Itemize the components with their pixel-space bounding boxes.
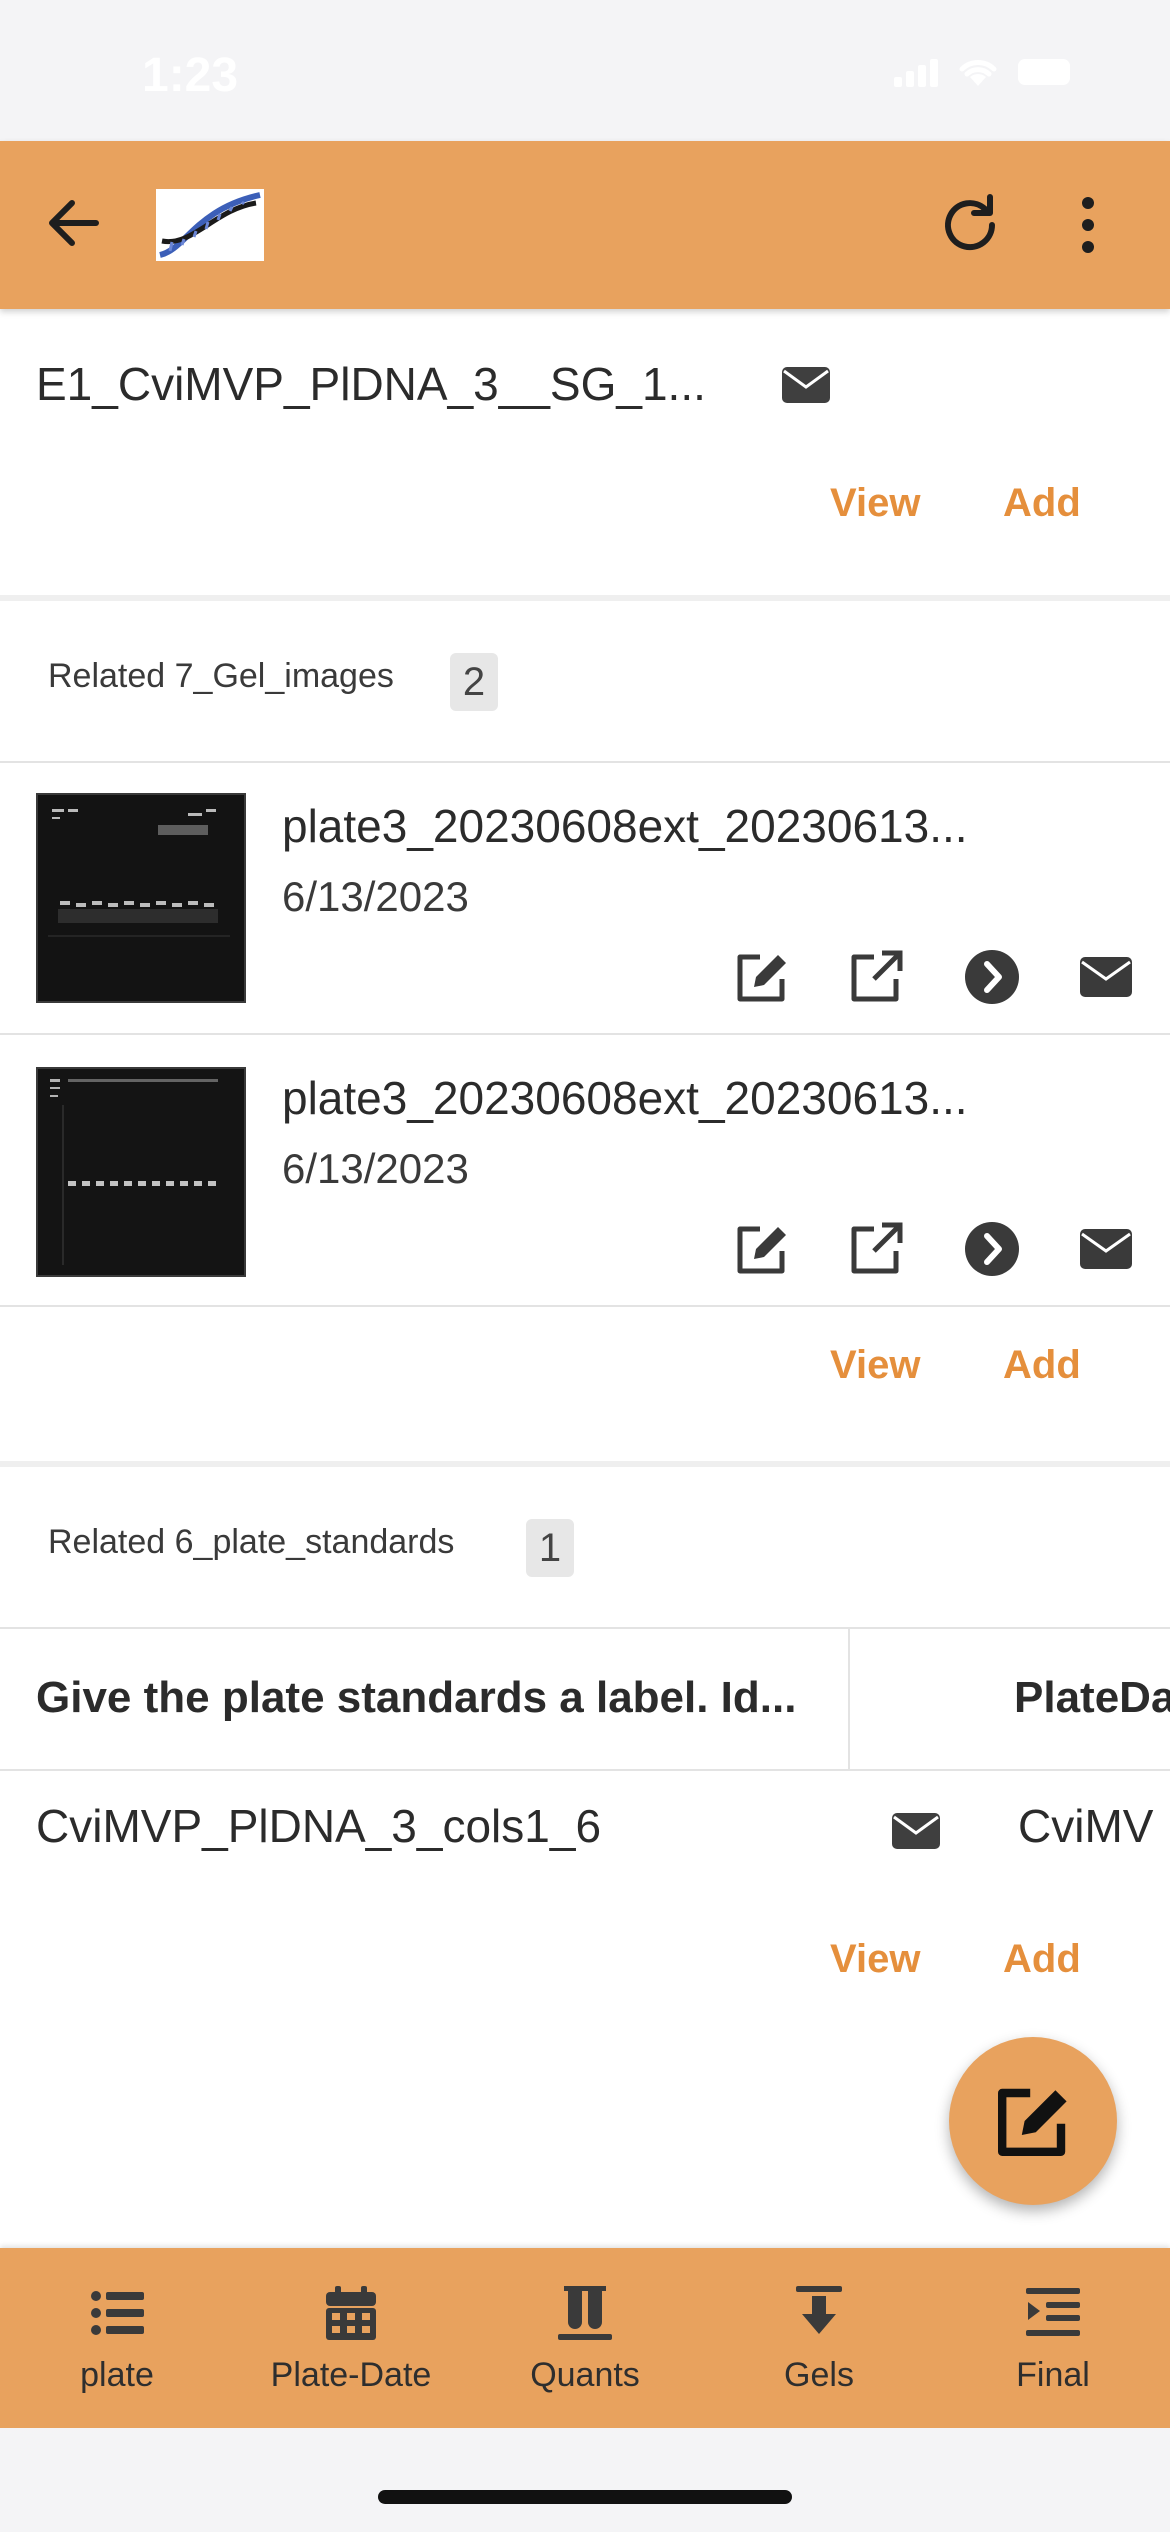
- app-bar: [0, 141, 1170, 309]
- go-forward-button[interactable]: [960, 1217, 1024, 1281]
- email-button[interactable]: [1074, 945, 1138, 1009]
- status-bar: 1:23: [0, 0, 1170, 141]
- gel-image-date: 6/13/2023: [282, 873, 469, 920]
- edit-button[interactable]: [730, 1217, 794, 1281]
- nav-label: Gels: [784, 2356, 854, 2394]
- status-time: 1:23: [142, 49, 239, 102]
- gel-image-date: 6/13/2023: [282, 1145, 469, 1192]
- table-cell: CviMV: [1018, 1800, 1154, 1852]
- dna-helix-logo: [156, 189, 264, 261]
- add-link[interactable]: Add: [1003, 1343, 1081, 1388]
- nav-item-gels[interactable]: Gels: [702, 2248, 936, 2428]
- edit-icon: [737, 954, 786, 1002]
- envelope-icon: [892, 1813, 940, 1849]
- status-icons: [894, 56, 1070, 88]
- home-indicator[interactable]: [378, 2490, 792, 2504]
- nav-label: plate: [80, 2356, 154, 2394]
- column-header[interactable]: PlateDa: [1014, 1673, 1170, 1723]
- list-item[interactable]: plate3_20230608ext_20230613... 6/13/2023: [0, 763, 1170, 1033]
- gel-image-name: plate3_20230608ext_20230613...: [282, 1072, 968, 1124]
- edit-icon: [998, 2088, 1067, 2156]
- section-title: Related 6_plate_standards: [48, 1523, 455, 1561]
- gel-image-name: plate3_20230608ext_20230613...: [282, 800, 968, 852]
- indent-list-icon: [1026, 2288, 1080, 2336]
- view-link[interactable]: View: [830, 481, 920, 526]
- edit-button[interactable]: [730, 945, 794, 1009]
- chevron-circle-right-icon: [965, 950, 1019, 1004]
- nav-item-final[interactable]: Final: [936, 2248, 1170, 2428]
- wifi-icon: [959, 60, 997, 86]
- external-link-icon: [851, 950, 903, 1002]
- nav-label: Final: [1016, 2356, 1090, 2394]
- nav-label: Quants: [530, 2356, 640, 2394]
- edit-icon: [737, 1226, 786, 1274]
- refresh-icon: [945, 194, 996, 251]
- nav-item-quants[interactable]: Quants: [468, 2248, 702, 2428]
- envelope-icon: [1080, 957, 1132, 997]
- table-cell: CviMVP_PlDNA_3_cols1_6: [36, 1800, 602, 1852]
- column-divider: [848, 1629, 850, 1769]
- count-badge: 2: [450, 653, 498, 711]
- gel-images-section: Related 7_Gel_images 2 plate3_20230608ex…: [0, 601, 1170, 1461]
- battery-icon: [1018, 59, 1070, 85]
- download-arrow-icon: [796, 2286, 842, 2334]
- view-link[interactable]: View: [830, 1343, 920, 1388]
- external-link-icon: [851, 1222, 903, 1274]
- table-header-row: Give the plate standards a label. Id... …: [0, 1629, 1170, 1769]
- open-external-button[interactable]: [844, 945, 908, 1009]
- record-name: E1_CviMVP_PlDNA_3__SG_1...: [36, 358, 706, 410]
- calendar-icon: [326, 2286, 376, 2340]
- column-header[interactable]: Give the plate standards a label. Id...: [36, 1673, 842, 1723]
- envelope-icon: [782, 367, 830, 403]
- divider: [0, 1305, 1170, 1307]
- list-item[interactable]: plate3_20230608ext_20230613... 6/13/2023: [0, 1035, 1170, 1305]
- open-external-button[interactable]: [844, 1217, 908, 1281]
- back-button[interactable]: [38, 187, 110, 259]
- bottom-navigation: plate Plate-Date Quants Gels Final: [0, 2248, 1170, 2428]
- email-button[interactable]: [884, 1799, 948, 1863]
- email-button[interactable]: [1074, 1217, 1138, 1281]
- more-vertical-icon: [1082, 197, 1094, 253]
- view-link[interactable]: View: [830, 1937, 920, 1982]
- chevron-circle-right-icon: [965, 1222, 1019, 1276]
- envelope-icon: [1080, 1229, 1132, 1269]
- section-title: Related 7_Gel_images: [48, 657, 394, 695]
- add-link[interactable]: Add: [1003, 481, 1081, 526]
- gel-image-thumbnail[interactable]: [36, 793, 246, 1003]
- table-row[interactable]: CviMVP_PlDNA_3_cols1_6 CviMV: [0, 1771, 1170, 1901]
- more-options-button[interactable]: [1050, 185, 1130, 265]
- email-button[interactable]: [774, 353, 838, 417]
- home-indicator-area: [0, 2428, 1170, 2532]
- arrow-left-icon: [49, 200, 99, 246]
- refresh-button[interactable]: [930, 185, 1010, 265]
- top-record-card: E1_CviMVP_PlDNA_3__SG_1... View Add: [0, 309, 1170, 595]
- edit-fab-button[interactable]: [949, 2037, 1117, 2205]
- nav-item-plate[interactable]: plate: [0, 2248, 234, 2428]
- cellular-signal-icon: [894, 57, 938, 87]
- list-icon: [91, 2291, 144, 2335]
- add-link[interactable]: Add: [1003, 1937, 1081, 1982]
- nav-label: Plate-Date: [270, 2356, 432, 2394]
- go-forward-button[interactable]: [960, 945, 1024, 1009]
- count-badge: 1: [526, 1519, 574, 1577]
- gel-image-thumbnail[interactable]: [36, 1067, 246, 1277]
- nav-item-plate-date[interactable]: Plate-Date: [234, 2248, 468, 2428]
- test-tubes-icon: [558, 2286, 612, 2340]
